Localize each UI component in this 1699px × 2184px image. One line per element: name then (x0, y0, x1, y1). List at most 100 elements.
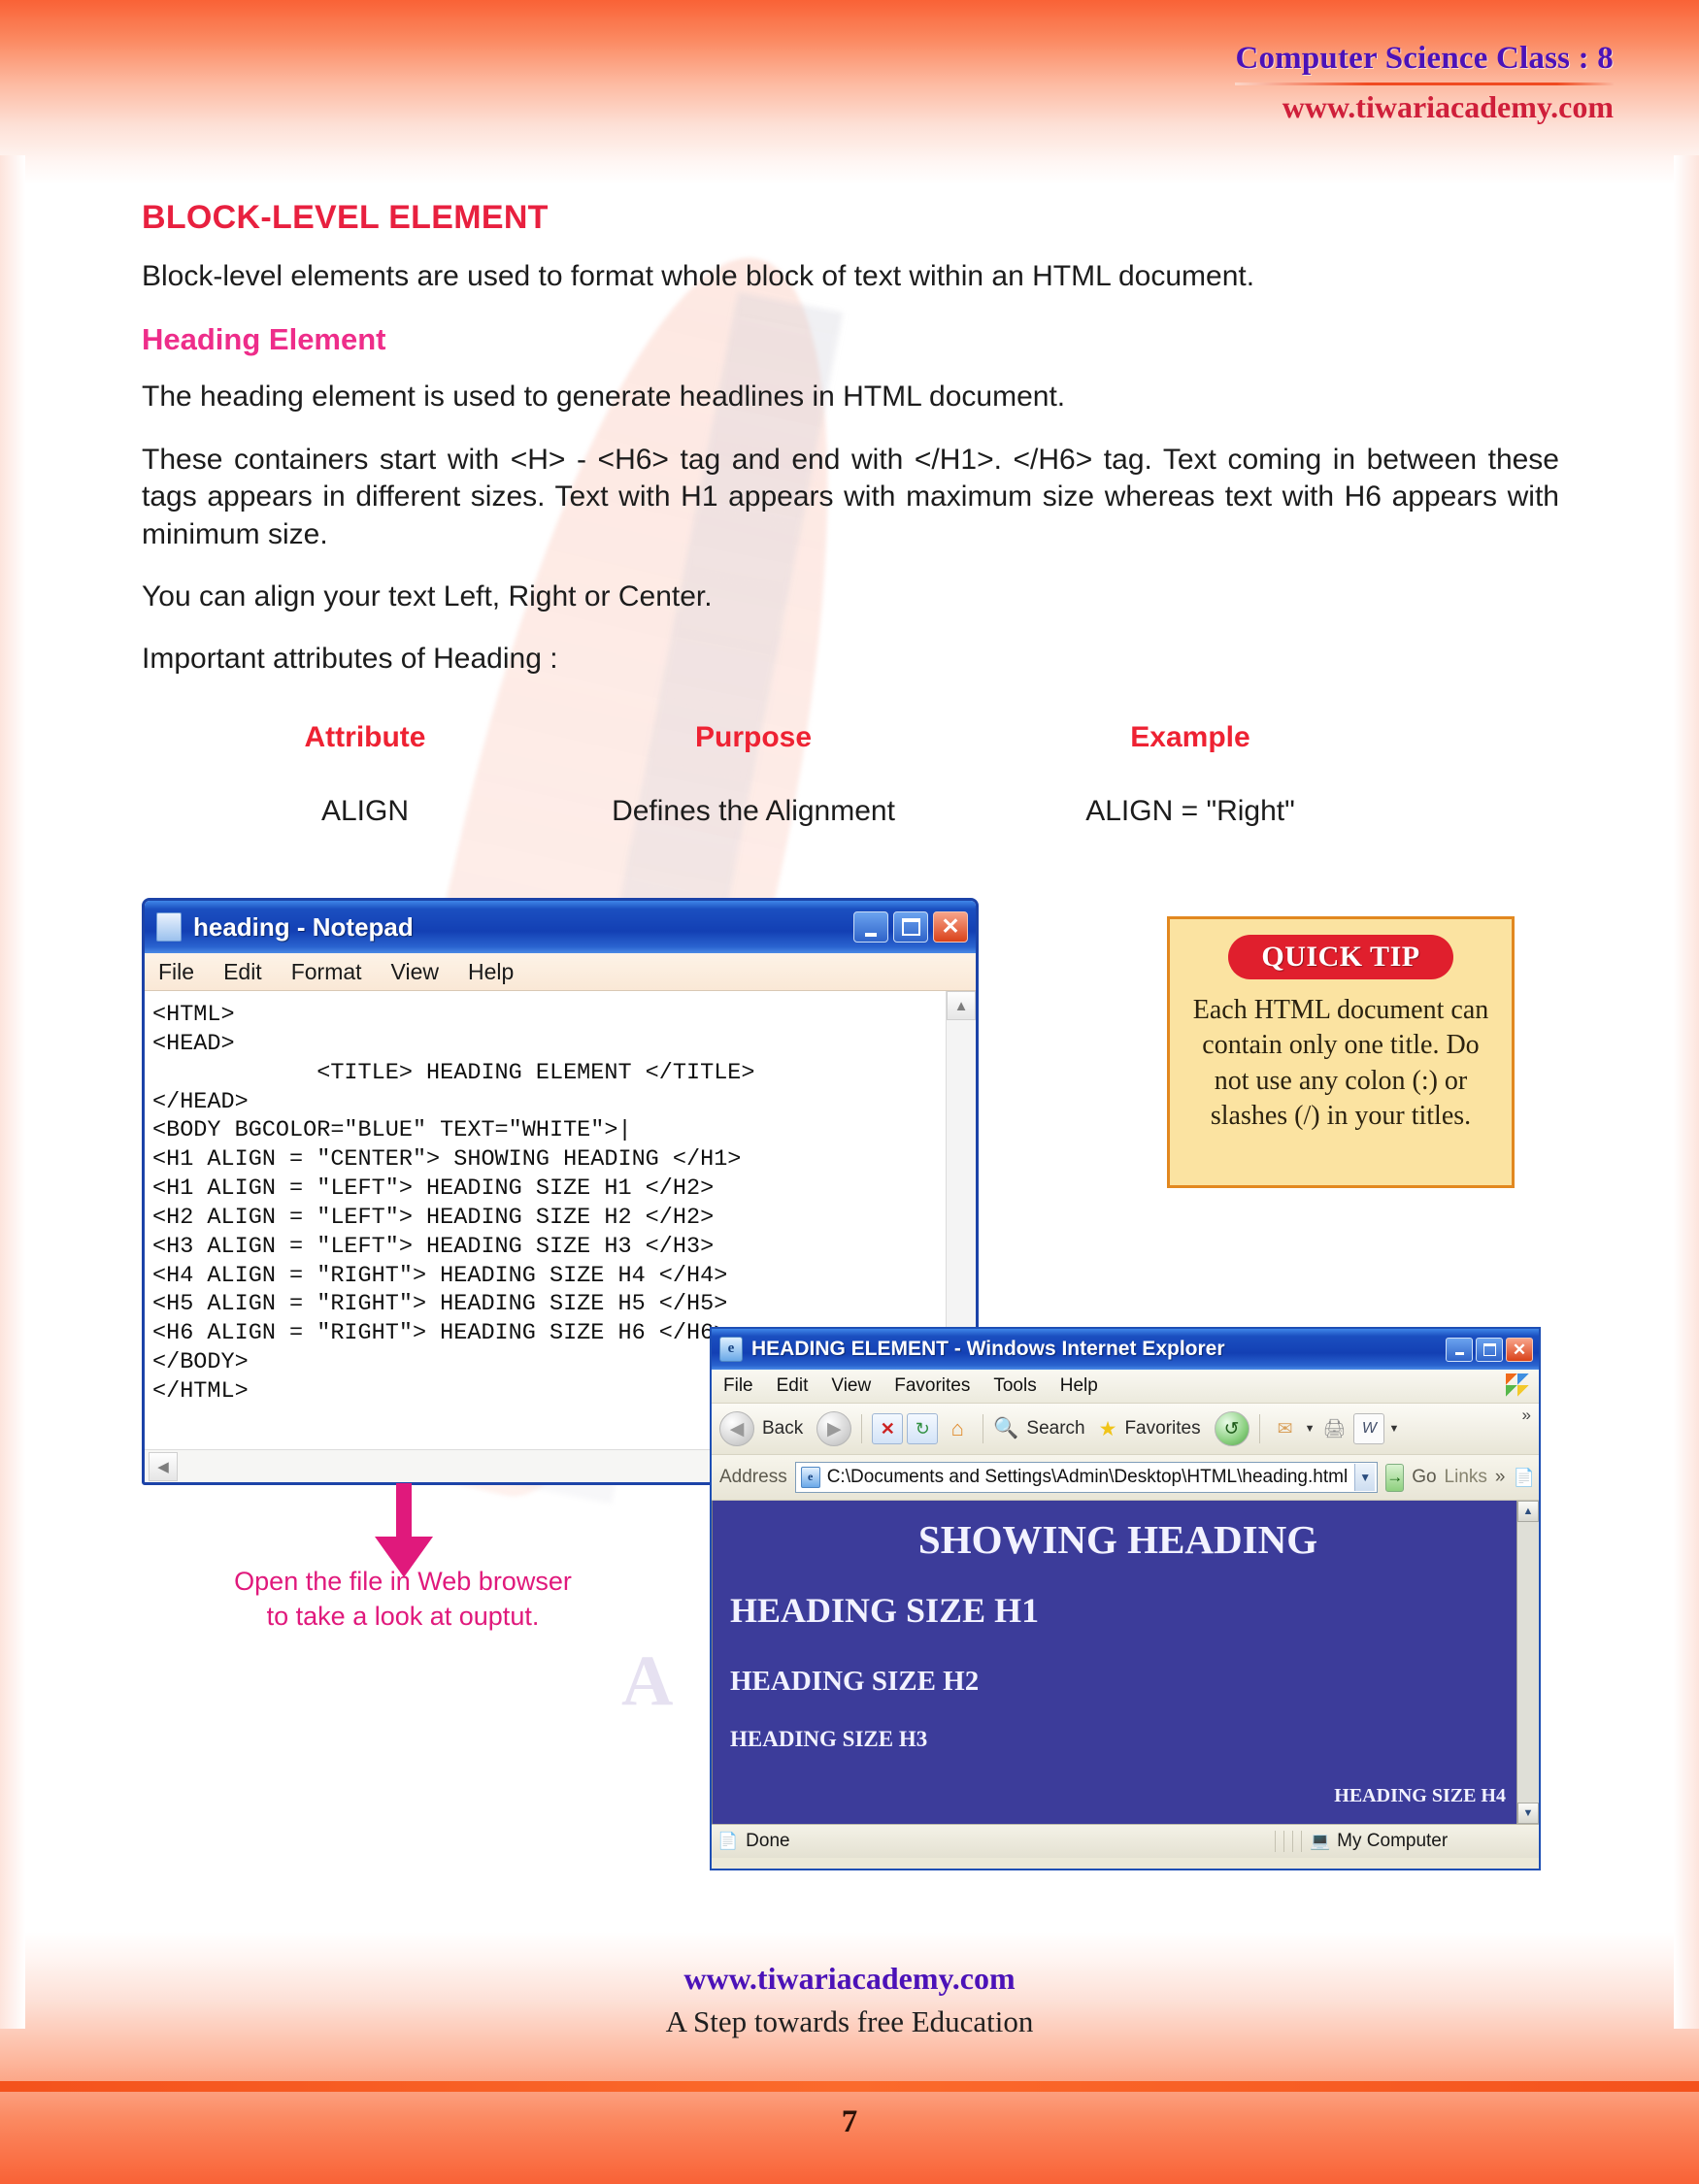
printer-icon: 🖨 (1322, 1419, 1347, 1439)
menu-item-file[interactable]: File (723, 1375, 753, 1397)
footer-website-url: www.tiwariacademy.com (683, 1961, 1016, 1996)
close-button[interactable]: ✕ (933, 911, 968, 943)
toolbar-separator (861, 1414, 863, 1443)
favorites-button-label[interactable]: Favorites (1124, 1418, 1200, 1439)
menu-item-help[interactable]: Help (1060, 1375, 1098, 1397)
menu-item-favorites[interactable]: Favorites (894, 1375, 970, 1397)
page-title: BLOCK-LEVEL ELEMENT (142, 199, 549, 236)
go-label[interactable]: Go (1412, 1467, 1436, 1488)
paragraph-2: These containers start with <H> - <H6> t… (142, 443, 1559, 550)
paragraph-3: You can align your text Left, Right or C… (142, 579, 713, 612)
status-separator (1283, 1831, 1284, 1852)
home-icon: ⌂ (950, 1416, 964, 1440)
security-zone[interactable]: 💻 My Computer (1310, 1831, 1533, 1852)
minimize-icon (1454, 1352, 1464, 1355)
header-divider (1235, 83, 1614, 85)
scroll-up-icon[interactable]: ▲ (947, 991, 976, 1020)
windows-logo-icon (1506, 1373, 1529, 1397)
notepad-title-text: heading - Notepad (193, 911, 414, 942)
menu-item-tools[interactable]: Tools (993, 1375, 1036, 1397)
page-header: Computer Science Class : 8 www.tiwariaca… (1235, 41, 1614, 125)
browser-close-button[interactable]: ✕ (1506, 1337, 1533, 1362)
output-h1: HEADING SIZE H1 (730, 1591, 1040, 1630)
refresh-button[interactable]: ↻ (907, 1413, 939, 1444)
home-button[interactable]: ⌂ (942, 1413, 973, 1444)
caption-line-2: to take a look at ouptut. (266, 1601, 540, 1631)
edit-word-button[interactable]: W (1353, 1413, 1385, 1444)
pdf-toolbar-icon[interactable]: 📄 (1513, 1468, 1534, 1488)
output-h2: HEADING SIZE H2 (730, 1666, 980, 1697)
mail-button[interactable]: ✉ (1270, 1413, 1301, 1444)
links-label[interactable]: Links (1445, 1467, 1487, 1488)
browser-menu-bar: File Edit View Favorites Tools Help (712, 1370, 1539, 1404)
status-text: Done (746, 1831, 790, 1851)
back-button-label: Back (762, 1418, 804, 1439)
quick-tip-badge: QUICK TIP (1228, 935, 1453, 979)
menu-item-edit[interactable]: Edit (223, 959, 262, 985)
browser-title-bar[interactable]: e HEADING ELEMENT - Windows Internet Exp… (712, 1329, 1539, 1370)
search-button-label[interactable]: Search (1026, 1418, 1084, 1439)
page-number: 7 (841, 2104, 858, 2139)
attribute-table: Attribute Purpose Example ALIGN Defines … (200, 721, 1482, 828)
quick-tip-box: QUICK TIP Each HTML document can contain… (1167, 916, 1515, 1188)
page-right-edge (1674, 155, 1699, 2029)
menu-item-view[interactable]: View (831, 1375, 871, 1397)
browser-window[interactable]: e HEADING ELEMENT - Windows Internet Exp… (710, 1327, 1541, 1870)
security-zone-label: My Computer (1337, 1831, 1449, 1851)
column-header-example: Example (1130, 720, 1250, 753)
output-h1-center: SHOWING HEADING (917, 1517, 1318, 1562)
output-h4: HEADING SIZE H4 (1334, 1785, 1506, 1806)
status-separator (1292, 1831, 1293, 1852)
menu-item-view[interactable]: View (391, 959, 439, 985)
quick-tip-text: Each HTML document can contain only one … (1192, 995, 1489, 1132)
scroll-left-icon[interactable]: ◀ (149, 1452, 178, 1481)
menu-item-help[interactable]: Help (468, 959, 514, 985)
page-footer: www.tiwariacademy.com A Step towards fre… (0, 1961, 1699, 2039)
stop-button[interactable]: ✕ (872, 1413, 904, 1444)
intro-paragraph: Block-level elements are used to format … (142, 260, 1255, 292)
browser-maximize-button[interactable] (1476, 1337, 1503, 1362)
toolbar-separator (1258, 1414, 1260, 1443)
print-button[interactable]: 🖨 (1318, 1413, 1349, 1444)
address-dropdown-chevron-icon[interactable]: ▼ (1354, 1464, 1376, 1491)
caption-line-1: Open the file in Web browser (234, 1567, 572, 1596)
favorites-star-icon[interactable]: ★ (1099, 1417, 1117, 1441)
search-icon[interactable]: 🔍 (993, 1417, 1018, 1440)
history-button[interactable]: ↺ (1214, 1411, 1249, 1446)
stop-icon: ✕ (880, 1418, 895, 1439)
column-header-purpose: Purpose (694, 720, 813, 753)
mail-dropdown-chevron-icon[interactable]: ▼ (1305, 1423, 1316, 1435)
links-overflow-icon[interactable]: » (1495, 1467, 1506, 1488)
menu-item-file[interactable]: File (158, 959, 194, 985)
scroll-up-icon[interactable]: ▲ (1517, 1501, 1539, 1522)
status-separator (1275, 1831, 1276, 1852)
cell-attribute: ALIGN (320, 794, 410, 827)
toolbar-overflow-icon[interactable]: » (1522, 1406, 1531, 1425)
browser-minimize-button[interactable] (1446, 1337, 1473, 1362)
back-button[interactable]: ◀ (719, 1411, 754, 1446)
output-h3: HEADING SIZE H3 (730, 1727, 928, 1751)
notepad-title-bar[interactable]: heading - Notepad ✕ (145, 901, 976, 953)
minimize-button[interactable] (853, 911, 888, 943)
go-arrow-icon: → (1386, 1468, 1404, 1486)
edit-dropdown-chevron-icon[interactable]: ▼ (1388, 1423, 1399, 1435)
maximize-icon (1482, 1342, 1496, 1356)
menu-item-edit[interactable]: Edit (777, 1375, 809, 1397)
maximize-button[interactable] (893, 911, 928, 943)
browser-address-bar: Address e C:\Documents and Settings\Admi… (712, 1455, 1539, 1501)
header-title: Computer Science Class : 8 (1235, 41, 1614, 76)
flow-arrow-shaft (396, 1483, 412, 1543)
browser-vertical-scrollbar[interactable]: ▲ ▼ (1516, 1501, 1539, 1824)
page-icon: e (800, 1467, 820, 1488)
main-content: BLOCK-LEVEL ELEMENT Block-level elements… (142, 199, 1559, 828)
forward-button[interactable]: ▶ (816, 1411, 852, 1446)
address-input[interactable]: e C:\Documents and Settings\Admin\Deskto… (794, 1462, 1379, 1493)
scroll-down-icon[interactable]: ▼ (1517, 1803, 1539, 1824)
paragraph-1: The heading element is used to generate … (142, 381, 1066, 414)
browser-window-controls: ✕ (1446, 1337, 1533, 1362)
menu-item-format[interactable]: Format (291, 959, 362, 985)
notepad-window-controls: ✕ (853, 911, 968, 943)
address-label: Address (719, 1467, 787, 1487)
go-button[interactable]: → (1385, 1463, 1405, 1492)
status-page-icon: 📄 (717, 1832, 739, 1850)
